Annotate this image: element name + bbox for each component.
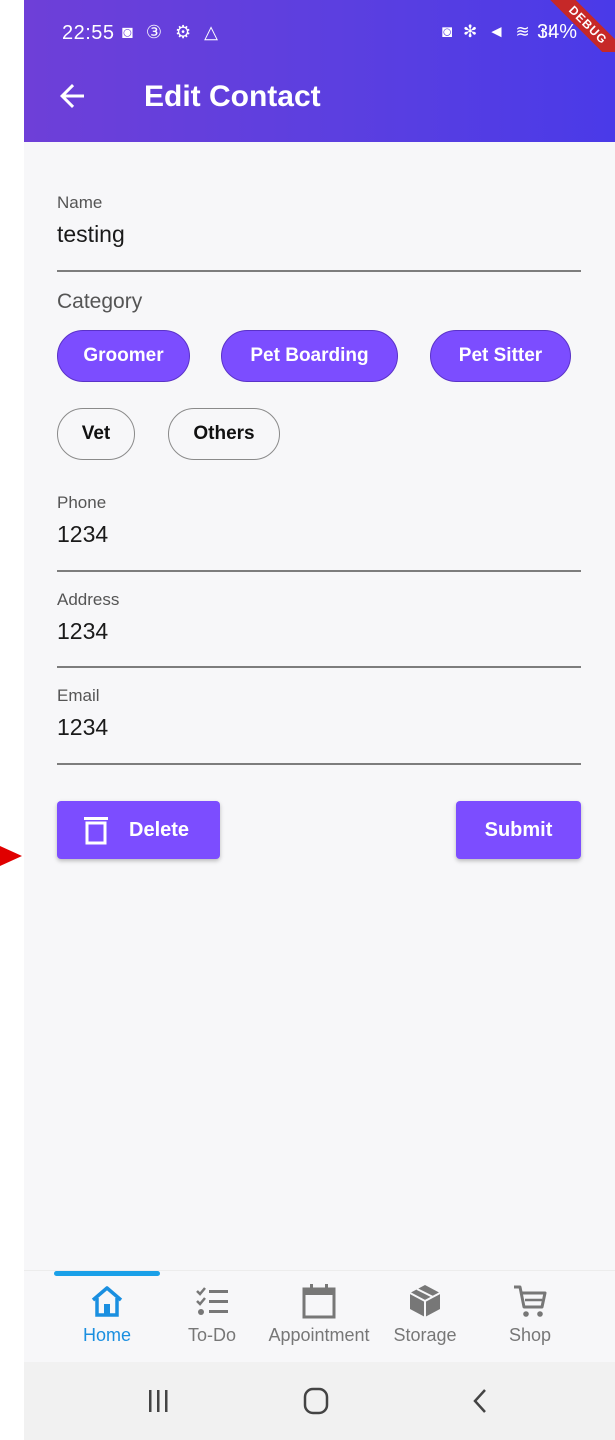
email-underline: [57, 763, 581, 765]
chip-label: Pet Boarding: [250, 345, 369, 366]
back-button-icon[interactable]: [461, 1386, 501, 1416]
status-time: 22:55: [62, 22, 115, 44]
submit-button[interactable]: Submit: [456, 801, 581, 859]
nav-label-home: Home: [82, 1325, 131, 1345]
phone-label: Phone: [57, 493, 107, 512]
checklist-icon: [196, 1287, 228, 1315]
phone-field[interactable]: Phone 1234: [57, 493, 581, 573]
email-field[interactable]: Email 1234: [57, 686, 581, 766]
phone-value[interactable]: 1234: [57, 521, 581, 548]
box-icon: [409, 1285, 441, 1317]
email-label: Email: [57, 686, 100, 705]
nav-label-appointment: Appointment: [268, 1325, 370, 1345]
app-screen: 22:55 ◙ ③ ⚙ △ ◙ ✻ ◄ ≋ ıl 34% DEBUG Edit …: [24, 0, 615, 1440]
cart-icon: [514, 1285, 547, 1317]
home-icon: [91, 1286, 123, 1317]
trash-icon: [84, 817, 108, 845]
arrow-left-icon[interactable]: [54, 78, 90, 114]
battery-level: 34%: [536, 21, 577, 43]
submit-label: Submit: [484, 819, 553, 841]
name-value[interactable]: testing: [57, 221, 581, 248]
nav-label-storage: Storage: [393, 1325, 457, 1345]
chip-label: Vet: [81, 423, 111, 444]
chip-label: Pet Sitter: [458, 345, 543, 366]
chip-label: Others: [193, 423, 255, 444]
delete-button[interactable]: Delete: [57, 801, 220, 859]
category-chip-groomer[interactable]: Groomer: [57, 330, 190, 382]
bottom-nav: Home To-Do Appointment Storage Shop: [24, 1270, 615, 1363]
recent-apps-icon[interactable]: [138, 1386, 178, 1416]
notification-icons: ◙ ③ ⚙ △: [122, 22, 222, 42]
status-bar: 22:55 ◙ ③ ⚙ △ ◙ ✻ ◄ ≋ ıl 34% DEBUG: [24, 0, 615, 78]
nav-label-todo: To-Do: [187, 1325, 236, 1345]
nav-item-todo[interactable]: To-Do: [157, 1281, 267, 1346]
app-bar: Edit Contact: [24, 52, 615, 142]
address-value[interactable]: 1234: [57, 618, 581, 645]
nav-item-home[interactable]: Home: [52, 1281, 162, 1346]
calendar-icon: [302, 1284, 336, 1319]
category-chip-pet-sitter[interactable]: Pet Sitter: [430, 330, 571, 382]
name-label: Name: [57, 193, 103, 212]
pointer-arrow-icon: [0, 846, 22, 866]
phone-underline: [57, 570, 581, 572]
address-field[interactable]: Address 1234: [57, 590, 581, 670]
home-button-icon[interactable]: [296, 1386, 336, 1416]
name-underline: [57, 270, 581, 272]
email-value[interactable]: 1234: [57, 714, 581, 741]
delete-label: Delete: [129, 819, 190, 841]
address-label: Address: [57, 590, 120, 609]
nav-item-shop[interactable]: Shop: [475, 1281, 585, 1346]
nav-active-indicator: [54, 1271, 160, 1276]
nav-item-storage[interactable]: Storage: [370, 1281, 480, 1346]
category-chip-pet-boarding[interactable]: Pet Boarding: [221, 330, 398, 382]
name-field[interactable]: Name testing: [57, 193, 581, 273]
nav-item-appointment[interactable]: Appointment: [264, 1281, 374, 1346]
category-chip-others[interactable]: Others: [168, 408, 280, 460]
page-title: Edit Contact: [144, 80, 321, 113]
address-underline: [57, 666, 581, 668]
category-chip-vet[interactable]: Vet: [57, 408, 135, 460]
chip-label: Groomer: [83, 345, 164, 366]
nav-label-shop: Shop: [508, 1325, 552, 1345]
system-navigation-bar: [24, 1362, 615, 1440]
category-label: Category: [57, 290, 143, 313]
